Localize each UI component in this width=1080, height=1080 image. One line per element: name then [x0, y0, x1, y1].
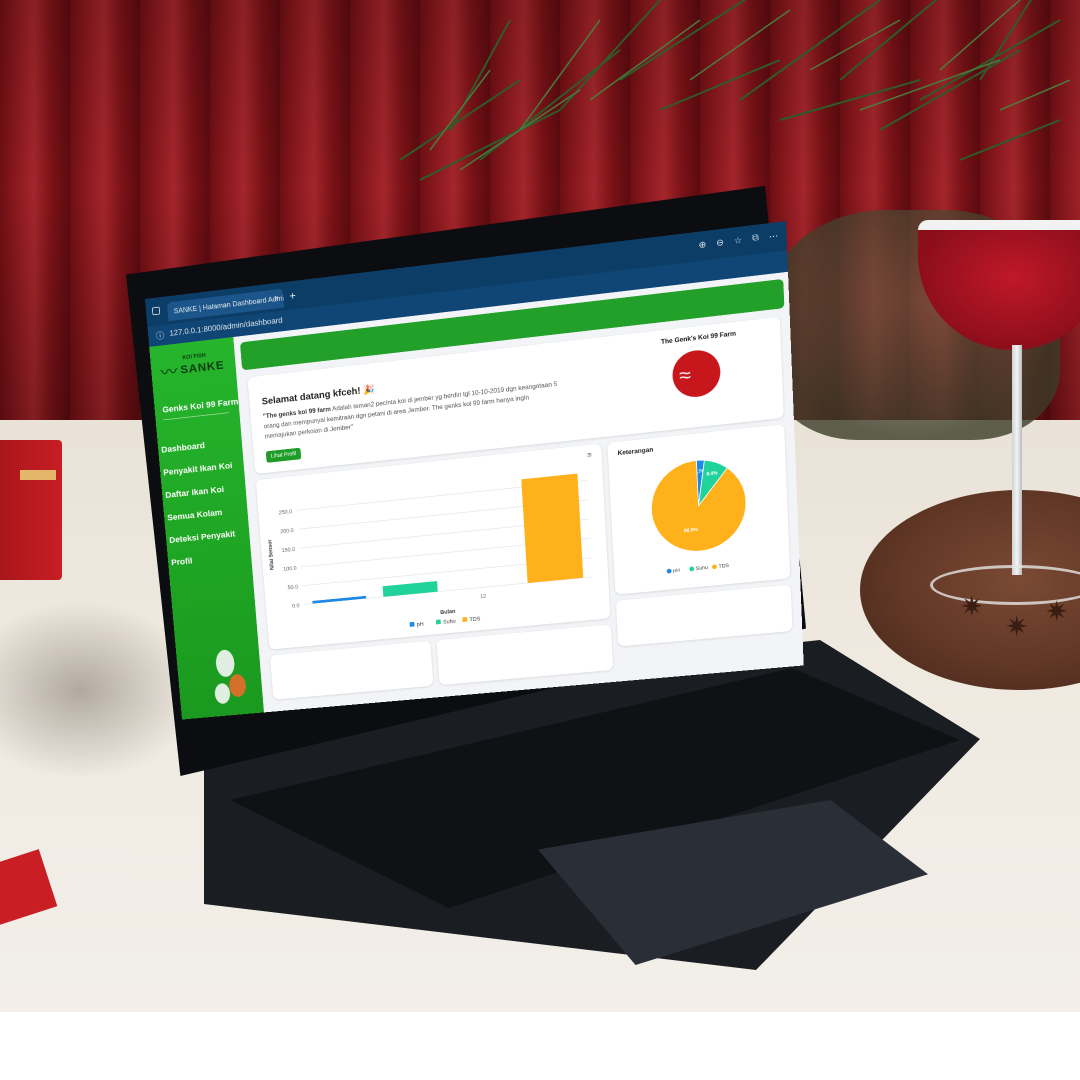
bottom-margin [0, 1012, 1080, 1080]
zoom-out-icon[interactable]: ⊖ [716, 237, 724, 249]
sidebar-item-penyakit-ikan-koi[interactable]: Penyakit Ikan Koi [163, 461, 233, 477]
y-tick-label: 100.0 [283, 566, 297, 573]
gift-ribbon [20, 470, 56, 480]
red-gift-box [0, 440, 62, 580]
legend-swatch [711, 564, 717, 570]
bar-ph [312, 595, 367, 604]
x-tick-label: 12 [480, 594, 486, 600]
x-axis-label: Bulan [440, 609, 455, 616]
welcome-description: "The genks koi 99 farm Adalah teman2 pec… [263, 378, 564, 441]
sanke-logo[interactable]: 〰 KOI FISH SANKE [156, 346, 228, 388]
chart-menu-icon[interactable]: ≡ [587, 451, 592, 460]
y-tick-label: 50.0 [288, 585, 299, 592]
logo-text: SANKE [179, 358, 225, 377]
more-icon[interactable]: ⋯ [769, 230, 779, 242]
legend-label: TDS [469, 616, 481, 623]
y-tick-label: 250.0 [279, 509, 293, 516]
y-axis-label: Nilai Sensor [267, 538, 275, 570]
sensor-bar-chart-card: ≡ 0.0 50.0 100.0 150.0 200.0 250.0 12 Nilai Sen… [255, 443, 611, 650]
logo-small-text: KOI FISH [182, 352, 206, 361]
legend-swatch [435, 619, 441, 625]
sidebar-item-profil[interactable]: Profil [171, 557, 193, 568]
legend-swatch [689, 566, 695, 572]
farm-logo-title: The Genk's Koi 99 Farm [660, 329, 737, 346]
favorite-star-icon[interactable]: ☆ [734, 235, 743, 246]
legend-label: Suhu [443, 619, 456, 626]
sidebar-item-daftar-ikan-koi[interactable]: Daftar Ikan Koi [165, 485, 224, 500]
legend-swatch [409, 621, 415, 627]
close-icon[interactable]: × [274, 294, 279, 303]
legend-swatch [462, 617, 468, 622]
laptop-screen: SANKE | Halaman Dashboard Admin × + ⊕ ⊖ … [145, 221, 804, 720]
legend-label: TDS [718, 563, 729, 570]
bar-tds [521, 473, 584, 584]
view-profile-button[interactable]: Lihat Profil [265, 447, 302, 463]
collections-icon[interactable]: ⧉ [752, 233, 759, 244]
sidebar-item-deteksi-penyakit[interactable]: Deteksi Penyakit [169, 530, 236, 546]
legend-label: Suhu [696, 565, 709, 572]
sidebar-item-dashboard[interactable]: Dashboard [161, 441, 205, 455]
window-menu-icon[interactable] [151, 306, 161, 316]
lower-card-2 [436, 624, 614, 686]
new-tab-icon[interactable]: + [289, 289, 296, 302]
legend-label: pH [417, 622, 424, 628]
star-anise-icon: ✷ [1005, 611, 1029, 642]
keterangan-pie-card: Keterangan 2.7% 8.4% 88.9% pH Suhu TDS [607, 424, 791, 595]
lower-card-3 [615, 584, 793, 647]
koi-fish-icon: ≈ [678, 362, 692, 388]
browser-toolbar: ⊕ ⊖ ☆ ⧉ ⋯ [698, 230, 778, 250]
sensor-bar-chart: 0.0 50.0 100.0 150.0 200.0 250.0 12 Nilai Senso… [267, 473, 611, 628]
glass-stem [1012, 345, 1022, 575]
y-tick-label: 150.0 [282, 547, 296, 554]
lower-card-1 [269, 640, 434, 700]
legend-label: pH [673, 568, 680, 575]
zoom-in-icon[interactable]: ⊕ [698, 239, 706, 251]
star-anise-icon: ✷ [1045, 596, 1069, 627]
y-tick-label: 0.0 [292, 603, 300, 609]
sidebar-item-semua-kolam[interactable]: Semua Kolam [167, 508, 223, 523]
koi-fish-illustration [202, 640, 261, 712]
legend-swatch [666, 568, 672, 574]
koi-fish-logo-icon: 〰 [159, 361, 179, 383]
info-icon[interactable]: ⓘ [155, 329, 165, 342]
y-tick-label: 200.0 [280, 528, 294, 535]
star-anise-icon: ✷ [960, 591, 984, 622]
